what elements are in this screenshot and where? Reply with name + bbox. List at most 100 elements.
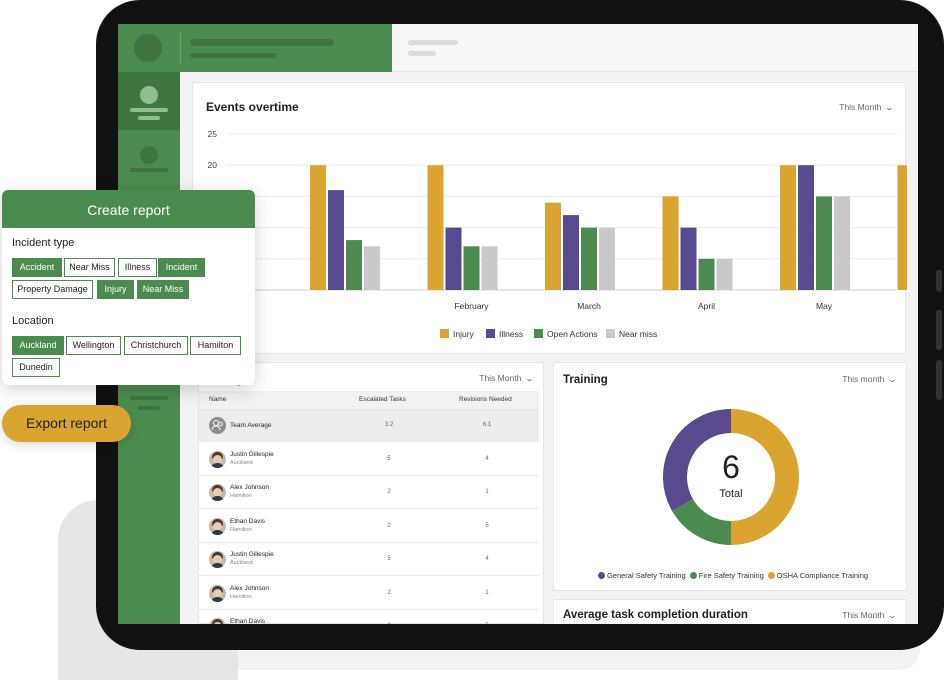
- legend-swatch: [486, 329, 495, 338]
- row-name: Team Average: [230, 422, 272, 429]
- bar-injury: [662, 196, 679, 290]
- avatar: [209, 551, 226, 568]
- export-report-button[interactable]: Export report: [2, 405, 131, 442]
- events-chart: 2520FebruaryMarchAprilMayJuneInjuryIllne…: [208, 129, 907, 339]
- chip-christchurch[interactable]: Christchurch: [124, 336, 188, 355]
- header-placeholder: [190, 53, 276, 58]
- breadcrumb-placeholder: [408, 40, 458, 45]
- avg-duration-filter[interactable]: This Month ⌄: [842, 610, 898, 620]
- revisions-needed-value: 4: [485, 556, 489, 562]
- legend-swatch: [689, 572, 697, 579]
- logo[interactable]: [134, 34, 162, 62]
- training-total-label: Total: [719, 488, 743, 500]
- bar-injury: [897, 165, 907, 290]
- row-location: Auckland: [230, 560, 253, 566]
- x-tick-label: April: [698, 301, 715, 311]
- training-total: 6: [722, 449, 740, 485]
- escalated-tasks-value: 2: [387, 522, 391, 529]
- table-row[interactable]: Ethan Davis Hamilton 2 5: [199, 510, 539, 543]
- column-header-revisions[interactable]: Revisions Needed: [459, 396, 512, 403]
- bar-injury: [427, 165, 444, 290]
- sidebar-item-dashboard[interactable]: [118, 72, 180, 130]
- nav-icon: [140, 86, 158, 104]
- table-row[interactable]: Justin Gillespie Auckland 5 4: [199, 443, 539, 476]
- bar-open-actions: [698, 258, 715, 290]
- escalated-tasks-value: 2: [387, 589, 391, 596]
- team-filter-label: This Month: [479, 373, 522, 383]
- table-row[interactable]: Justin Gillespie Auckland 5 4: [199, 543, 539, 576]
- avg-duration-card: Average task completion duration This Mo…: [553, 599, 907, 624]
- row-location: Auckland: [230, 459, 253, 466]
- divider: [180, 32, 181, 64]
- bar-illness: [563, 215, 579, 290]
- chip-dunedin[interactable]: Dunedin: [12, 358, 60, 377]
- bar-near-miss: [481, 246, 498, 290]
- escalated-tasks-value: 2: [387, 489, 391, 495]
- y-tick-label: 20: [208, 160, 218, 170]
- chip-wellington[interactable]: Wellington: [66, 336, 121, 355]
- row-location: Hamilton: [230, 593, 252, 600]
- row-name: Ethan Davis: [230, 618, 266, 624]
- chip-incident[interactable]: Incident: [158, 258, 205, 277]
- breadcrumb-placeholder: [408, 51, 436, 56]
- bar-open-actions: [463, 246, 480, 290]
- bar-open-actions: [816, 196, 832, 290]
- legend-swatch: [606, 329, 615, 338]
- chip-illness[interactable]: Illness: [118, 258, 157, 277]
- team-average-row[interactable]: Team Average 3.2 6.1: [199, 409, 539, 442]
- bar-open-actions: [581, 227, 597, 290]
- bar-illness: [445, 227, 462, 290]
- bar-near-miss: [599, 227, 615, 290]
- team-card: ry This Month⌄ Name Escalated Tasks Revi…: [198, 362, 544, 624]
- table-row[interactable]: Alex Johnson Hamilton 2 1: [199, 476, 539, 509]
- chip-injury[interactable]: Injury: [97, 280, 134, 299]
- nav-label-placeholder: [138, 116, 160, 120]
- escalated-tasks-value: 5: [387, 556, 391, 562]
- revisions-needed-value: 1: [485, 589, 489, 596]
- team-filter[interactable]: This Month ⌄: [479, 373, 534, 383]
- row-name: Justin Gillespie: [230, 450, 274, 458]
- revisions-needed-value: 5: [477, 623, 497, 624]
- table-row[interactable]: Alex Johnson Hamilton 2 1: [199, 577, 539, 610]
- create-report-panel: Create report Incident type Accident Near…: [2, 190, 255, 385]
- bar-open-actions: [346, 240, 362, 290]
- chip-auckland[interactable]: Auckland: [12, 336, 64, 355]
- location-label: Location: [12, 315, 54, 327]
- chevron-down-icon: ⌄: [887, 611, 898, 620]
- row-name: Alex Johnson: [230, 484, 270, 491]
- x-tick-label: May: [816, 301, 833, 311]
- nav-label-placeholder: [130, 108, 168, 112]
- avg-duration-filter-label: This Month: [842, 610, 885, 620]
- chip-near-miss[interactable]: Near Miss: [137, 280, 189, 299]
- revisions-needed-value: 1: [485, 489, 489, 495]
- legend-label: Fire Safety Training: [698, 571, 764, 580]
- escalated-tasks-value: 3.2: [384, 422, 394, 428]
- sidebar-item[interactable]: [118, 132, 180, 190]
- x-tick-label: February: [454, 301, 489, 311]
- nav-icon: [140, 146, 158, 164]
- escalated-tasks-value: 2: [379, 623, 399, 624]
- legend-label: Injury: [453, 329, 475, 339]
- bar-injury: [310, 165, 326, 290]
- bar-near-miss: [364, 246, 380, 290]
- bar-illness: [328, 190, 344, 290]
- column-header-escalated[interactable]: Escalated Tasks: [359, 396, 406, 403]
- table-row[interactable]: Ethan Davis 2 5: [199, 610, 539, 624]
- revisions-needed-value: 4: [485, 455, 489, 462]
- legend-swatch: [597, 572, 605, 579]
- nav-label-placeholder: [130, 168, 168, 172]
- bar-injury: [780, 165, 796, 290]
- chip-hamilton[interactable]: Hamilton: [190, 336, 241, 355]
- legend-swatch: [534, 329, 543, 338]
- bar-near-miss: [716, 258, 733, 290]
- avatar: [209, 584, 226, 602]
- legend-label: General Safety Training: [606, 571, 686, 580]
- column-header-name[interactable]: Name: [209, 396, 226, 403]
- chip-accident[interactable]: Accident: [12, 258, 62, 277]
- nav-label-placeholder: [138, 406, 160, 410]
- create-report-title: Create report: [2, 190, 255, 228]
- chip-property-damage[interactable]: Property Damage: [12, 280, 93, 299]
- tablet-button: [936, 310, 942, 350]
- chip-near-miss[interactable]: Near Miss: [64, 258, 115, 277]
- row-name: Justin Gillespie: [230, 551, 274, 558]
